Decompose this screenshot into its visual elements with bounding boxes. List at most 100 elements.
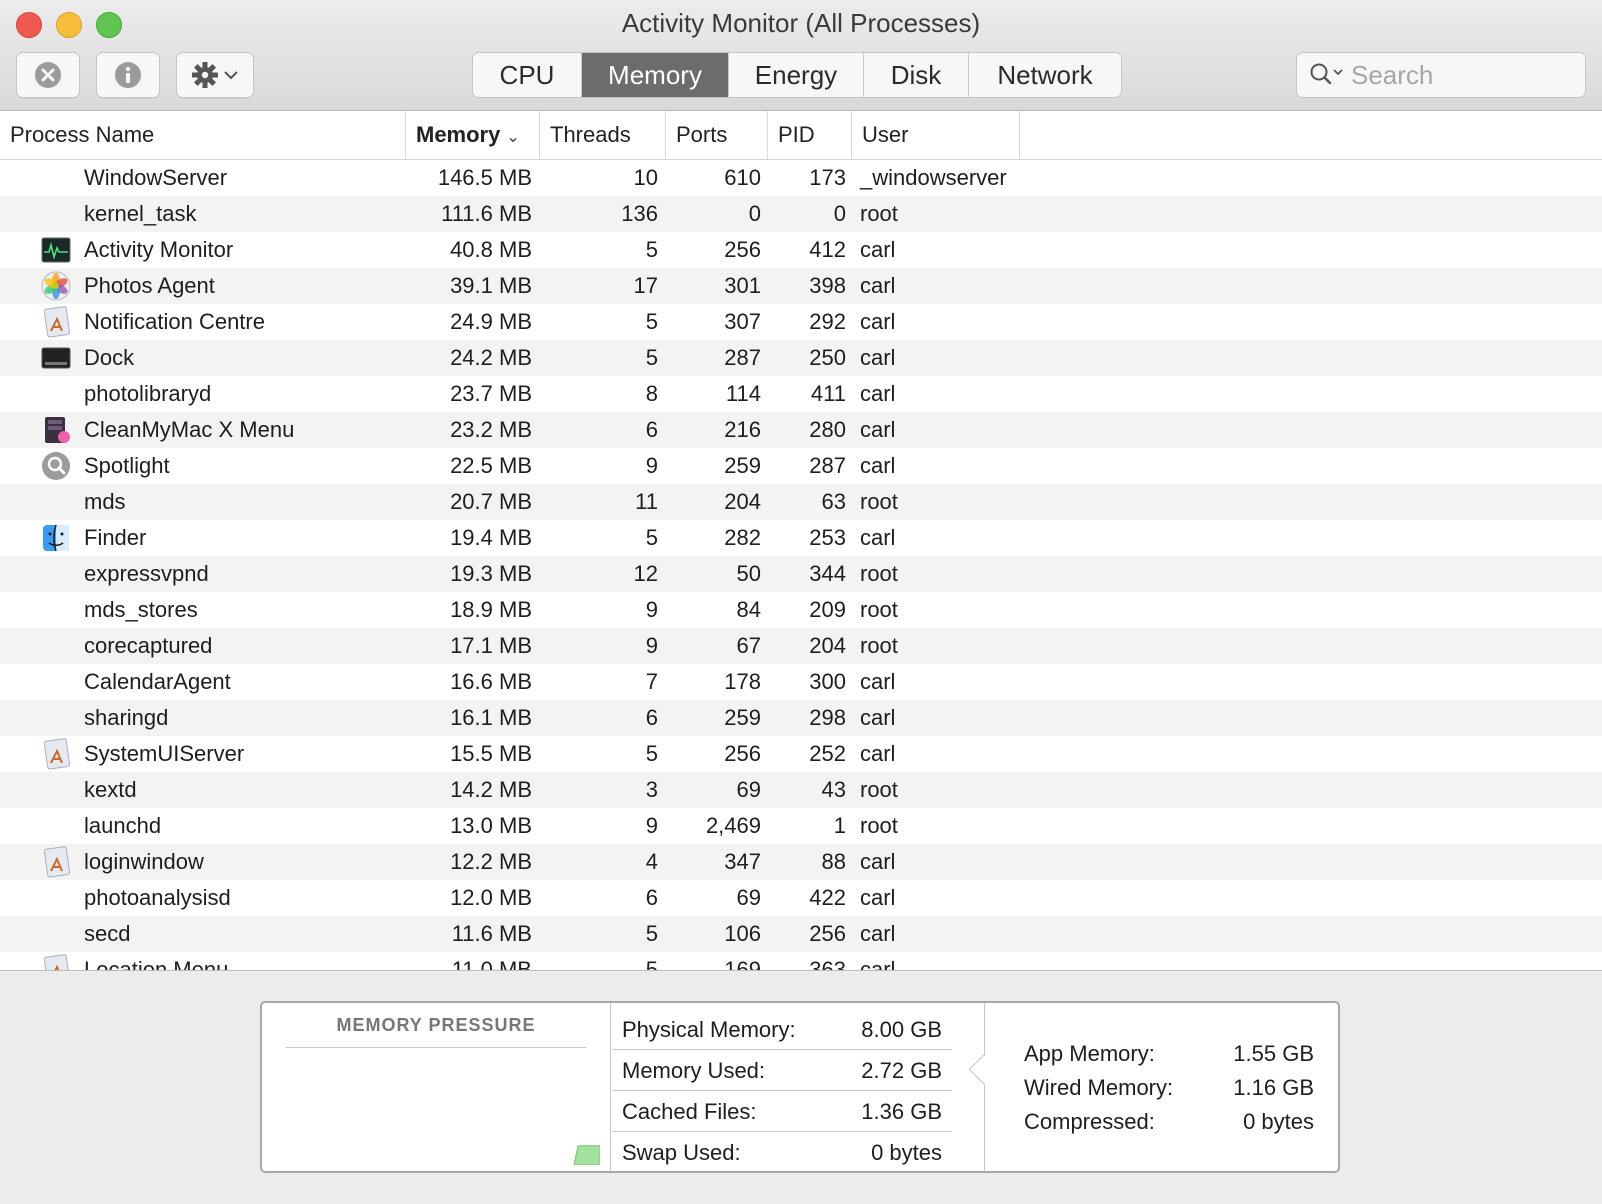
inspect-process-button[interactable] bbox=[96, 52, 160, 98]
process-pid: 422 bbox=[809, 885, 846, 910]
memory-pressure-divider bbox=[286, 1047, 586, 1048]
process-name: launchd bbox=[84, 813, 162, 838]
table-row[interactable]: photoanalysisd 12.0 MB 6 69 422 carl bbox=[0, 880, 1602, 916]
column-header-pid[interactable]: PID bbox=[768, 111, 852, 159]
spotlight-icon bbox=[40, 450, 72, 482]
process-memory: 16.1 MB bbox=[450, 705, 532, 730]
process-ports: 178 bbox=[724, 669, 761, 694]
tab-energy[interactable]: Energy bbox=[729, 53, 864, 97]
table-row[interactable]: Spotlight 22.5 MB 9 259 287 carl bbox=[0, 448, 1602, 484]
process-user: carl bbox=[860, 237, 896, 262]
process-memory: 14.2 MB bbox=[450, 777, 532, 802]
table-row[interactable]: Finder 19.4 MB 5 282 253 carl bbox=[0, 520, 1602, 556]
process-pid: 253 bbox=[809, 525, 846, 550]
process-pid: 256 bbox=[809, 921, 846, 946]
column-header-threads-label: Threads bbox=[550, 122, 631, 147]
table-row[interactable]: CalendarAgent 16.6 MB 7 178 300 carl bbox=[0, 664, 1602, 700]
tab-network[interactable]: Network bbox=[969, 53, 1121, 97]
process-ports: 50 bbox=[736, 561, 761, 586]
process-name: WindowServer bbox=[84, 165, 228, 190]
memory-pressure-graph bbox=[573, 1145, 600, 1165]
column-header-ports[interactable]: Ports bbox=[666, 111, 768, 159]
memory-breakdown: App Memory: 1.55 GB Wired Memory: 1.16 G… bbox=[1024, 1037, 1314, 1139]
process-ports: 0 bbox=[748, 201, 761, 226]
process-pid: 287 bbox=[809, 453, 846, 478]
tab-disk[interactable]: Disk bbox=[864, 53, 969, 97]
table-row[interactable]: corecaptured 17.1 MB 9 67 204 root bbox=[0, 628, 1602, 664]
dock-icon bbox=[40, 342, 72, 374]
swap-used-row: Swap Used: 0 bytes bbox=[612, 1132, 952, 1172]
table-row[interactable]: kernel_task 111.6 MB 136 0 0 root bbox=[0, 196, 1602, 232]
process-pid: 209 bbox=[809, 597, 846, 622]
table-row[interactable]: WindowServer 146.5 MB 10 610 173 _windowserve… bbox=[0, 160, 1602, 196]
table-row[interactable]: Notification Centre 24.9 MB 5 307 292 carl bbox=[0, 304, 1602, 340]
process-threads: 6 bbox=[645, 417, 658, 442]
tab-memory[interactable]: Memory bbox=[582, 53, 729, 97]
memory-stats: Physical Memory: 8.00 GB Memory Used: 2.… bbox=[612, 1009, 952, 1172]
process-table[interactable]: WindowServer 146.5 MB 10 610 173 _windowserve… bbox=[0, 160, 1602, 970]
swap-used-label: Swap Used: bbox=[622, 1140, 741, 1165]
generic-app-icon bbox=[40, 846, 72, 878]
process-user: root bbox=[860, 633, 898, 658]
table-row[interactable]: Dock 24.2 MB 5 287 250 carl bbox=[0, 340, 1602, 376]
memory-used-value: 2.72 GB bbox=[861, 1058, 942, 1083]
table-row[interactable]: mds_stores 18.9 MB 9 84 209 root bbox=[0, 592, 1602, 628]
process-user: carl bbox=[860, 453, 896, 478]
table-row[interactable]: Location Menu 11.0 MB 5 169 363 carl bbox=[0, 952, 1602, 970]
process-memory: 40.8 MB bbox=[450, 237, 532, 262]
process-ports: 67 bbox=[736, 633, 761, 658]
column-header-user[interactable]: User bbox=[852, 111, 1020, 159]
table-row[interactable]: launchd 13.0 MB 9 2,469 1 root bbox=[0, 808, 1602, 844]
table-row[interactable]: CleanMyMac X Menu 23.2 MB 6 216 280 carl bbox=[0, 412, 1602, 448]
stop-process-button[interactable] bbox=[16, 52, 80, 98]
process-user: carl bbox=[860, 705, 896, 730]
table-row[interactable]: mds 20.7 MB 11 204 63 root bbox=[0, 484, 1602, 520]
toolbar: Activity Monitor (All Processes) CPU Mem… bbox=[0, 0, 1602, 111]
table-row[interactable]: Activity Monitor 40.8 MB 5 256 412 carl bbox=[0, 232, 1602, 268]
window-title: Activity Monitor (All Processes) bbox=[621, 8, 981, 38]
process-ports: 259 bbox=[724, 453, 761, 478]
search-field[interactable]: Search bbox=[1296, 52, 1586, 98]
table-row[interactable]: secd 11.6 MB 5 106 256 carl bbox=[0, 916, 1602, 952]
process-memory: 13.0 MB bbox=[450, 813, 532, 838]
process-name: Location Menu bbox=[84, 957, 229, 970]
process-ports: 347 bbox=[724, 849, 761, 874]
column-header-memory[interactable]: Memory ⌄ bbox=[406, 111, 540, 159]
wired-memory-label: Wired Memory: bbox=[1024, 1075, 1174, 1100]
process-user: carl bbox=[860, 849, 896, 874]
process-threads: 12 bbox=[633, 561, 658, 586]
table-row[interactable]: sharingd 16.1 MB 6 259 298 carl bbox=[0, 700, 1602, 736]
tab-cpu[interactable]: CPU bbox=[473, 53, 582, 97]
process-pid: 173 bbox=[809, 165, 846, 190]
column-header-process-name[interactable]: Process Name bbox=[0, 111, 406, 159]
process-name: kextd bbox=[84, 777, 137, 802]
process-memory: 24.9 MB bbox=[450, 309, 532, 334]
process-pid: 1 bbox=[833, 813, 846, 838]
info-icon bbox=[113, 60, 143, 90]
process-memory: 16.6 MB bbox=[450, 669, 532, 694]
process-pid: 300 bbox=[809, 669, 846, 694]
process-ports: 106 bbox=[724, 921, 761, 946]
table-row[interactable]: photolibraryd 23.7 MB 8 114 411 carl bbox=[0, 376, 1602, 412]
memory-pressure-level bbox=[573, 1145, 600, 1165]
compressed-label: Compressed: bbox=[1024, 1109, 1155, 1134]
process-ports: 114 bbox=[725, 381, 761, 406]
process-threads: 11 bbox=[635, 489, 658, 514]
process-user: carl bbox=[860, 885, 896, 910]
table-row[interactable]: loginwindow 12.2 MB 4 347 88 carl bbox=[0, 844, 1602, 880]
table-row[interactable]: Photos Agent 39.1 MB 17 301 398 carl bbox=[0, 268, 1602, 304]
app-memory-value: 1.55 GB bbox=[1233, 1041, 1314, 1066]
memory-summary-panel: MEMORY PRESSURE Physical Memory: 8.00 GB… bbox=[260, 1001, 1340, 1173]
action-menu-button[interactable] bbox=[176, 52, 254, 98]
process-ports: 287 bbox=[724, 345, 761, 370]
table-row[interactable]: kextd 14.2 MB 3 69 43 root bbox=[0, 772, 1602, 808]
activity-monitor-window: Activity Monitor (All Processes) CPU Mem… bbox=[0, 0, 1602, 1204]
process-user: carl bbox=[860, 309, 896, 334]
process-ports: 256 bbox=[724, 237, 761, 262]
column-header-threads[interactable]: Threads bbox=[540, 111, 666, 159]
process-threads: 17 bbox=[633, 273, 658, 298]
app-memory-label: App Memory: bbox=[1024, 1041, 1155, 1066]
table-row[interactable]: expressvpnd 19.3 MB 12 50 344 root bbox=[0, 556, 1602, 592]
table-row[interactable]: SystemUIServer 15.5 MB 5 256 252 carl bbox=[0, 736, 1602, 772]
process-memory: 19.4 MB bbox=[450, 525, 532, 550]
